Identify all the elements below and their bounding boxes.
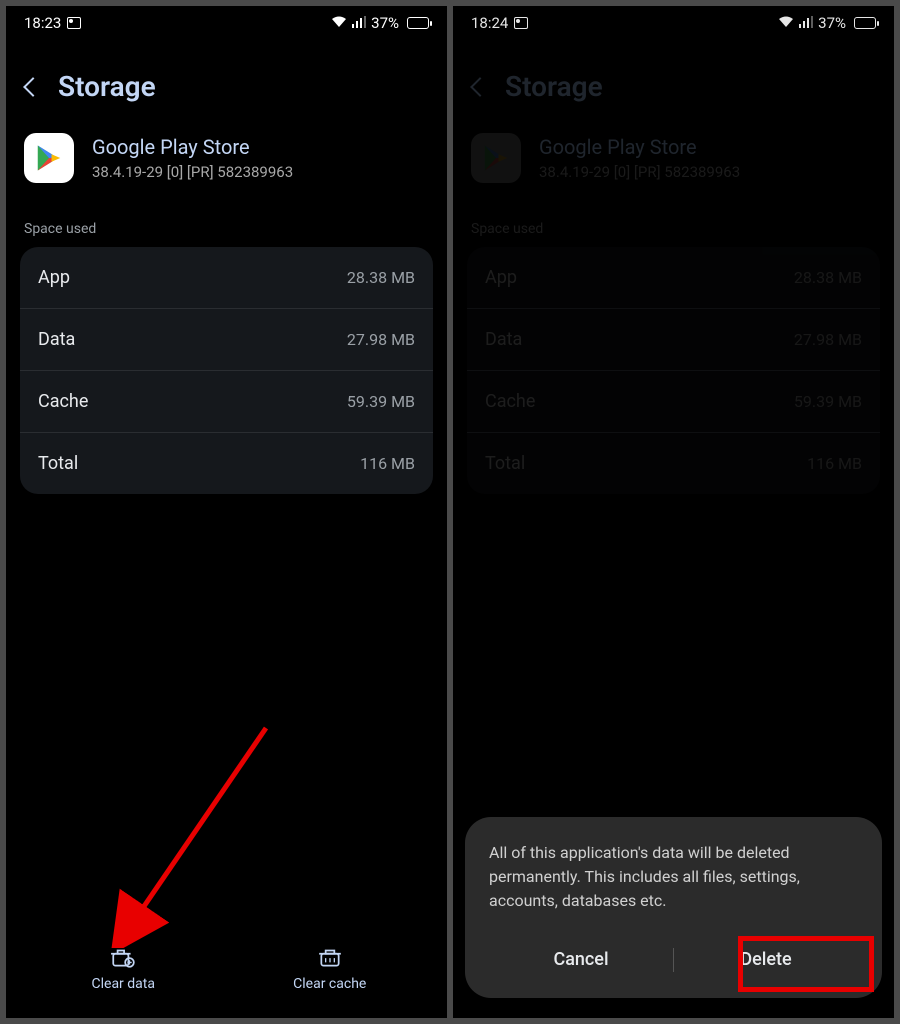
- clear-data-button[interactable]: Clear data: [20, 946, 227, 992]
- storage-row-total: Total 116 MB: [20, 433, 433, 494]
- row-value: 28.38 MB: [347, 268, 415, 287]
- clock: 18:24: [471, 14, 508, 32]
- row-label: Cache: [38, 391, 88, 412]
- section-label: Space used: [20, 211, 433, 247]
- app-version: 38.4.19-29 [0] [PR] 582389963: [539, 163, 740, 181]
- row-label: Total: [485, 453, 525, 474]
- row-value: 116 MB: [807, 454, 862, 473]
- storage-row-cache: Cache 59.39 MB: [20, 371, 433, 433]
- row-value: 59.39 MB: [794, 392, 862, 411]
- battery-icon: [854, 17, 876, 29]
- dialog-message: All of this application's data will be d…: [489, 841, 858, 913]
- storage-row-data: Data 27.98 MB: [20, 309, 433, 371]
- status-indicators: 37%: [331, 14, 429, 32]
- phone-right: 18:24 37% Storage: [453, 6, 894, 1018]
- action-label: Clear cache: [293, 976, 366, 992]
- app-icon: [471, 133, 521, 183]
- row-label: Cache: [485, 391, 535, 412]
- dialog-delete-button[interactable]: Delete: [674, 939, 858, 980]
- row-label: App: [485, 267, 517, 288]
- status-bar: 18:23 37%: [6, 6, 447, 38]
- status-bar: 18:24 37%: [453, 6, 894, 38]
- row-value: 116 MB: [360, 454, 415, 473]
- screenshot-icon: [514, 17, 528, 29]
- page-header: Storage: [20, 38, 433, 127]
- app-info-row: Google Play Store 38.4.19-29 [0] [PR] 58…: [20, 127, 433, 211]
- wifi-icon: [778, 14, 794, 32]
- action-label: Clear data: [92, 976, 155, 992]
- battery-percent: 37%: [818, 14, 846, 32]
- storage-list: App 28.38 MB Data 27.98 MB Cache 59.39 M…: [467, 247, 880, 494]
- app-info-row: Google Play Store 38.4.19-29 [0] [PR] 58…: [467, 127, 880, 211]
- row-label: Data: [38, 329, 75, 350]
- storage-row-total: Total 116 MB: [467, 433, 880, 494]
- row-value: 27.98 MB: [794, 330, 862, 349]
- confirm-dialog: All of this application's data will be d…: [465, 817, 882, 998]
- storage-list: App 28.38 MB Data 27.98 MB Cache 59.39 M…: [20, 247, 433, 494]
- page-title: Storage: [505, 70, 603, 103]
- app-name: Google Play Store: [539, 135, 740, 159]
- storage-row-app: App 28.38 MB: [20, 247, 433, 309]
- clock: 18:23: [24, 14, 61, 32]
- row-value: 59.39 MB: [347, 392, 415, 411]
- row-value: 27.98 MB: [347, 330, 415, 349]
- app-version: 38.4.19-29 [0] [PR] 582389963: [92, 163, 293, 181]
- page-title: Storage: [58, 70, 156, 103]
- bottom-actions: Clear data Clear cache: [20, 946, 433, 1018]
- page-header: Storage: [467, 38, 880, 127]
- row-label: App: [38, 267, 70, 288]
- battery-icon: [407, 17, 429, 29]
- app-name: Google Play Store: [92, 135, 293, 159]
- row-label: Total: [38, 453, 78, 474]
- storage-row-cache: Cache 59.39 MB: [467, 371, 880, 433]
- clear-cache-icon: [317, 946, 343, 968]
- clear-data-icon: [110, 946, 136, 968]
- section-label: Space used: [467, 211, 880, 247]
- storage-row-app: App 28.38 MB: [467, 247, 880, 309]
- wifi-icon: [331, 14, 347, 32]
- status-indicators: 37%: [778, 14, 876, 32]
- clear-cache-button[interactable]: Clear cache: [227, 946, 434, 992]
- row-value: 28.38 MB: [794, 268, 862, 287]
- back-icon[interactable]: [470, 77, 490, 97]
- dialog-cancel-button[interactable]: Cancel: [489, 939, 673, 980]
- battery-percent: 37%: [371, 14, 399, 32]
- phone-left: 18:23 37% Storage: [6, 6, 447, 1018]
- signal-icon: [799, 14, 813, 32]
- back-icon[interactable]: [23, 77, 43, 97]
- row-label: Data: [485, 329, 522, 350]
- screenshot-icon: [67, 17, 81, 29]
- app-icon: [24, 133, 74, 183]
- google-play-icon: [34, 143, 64, 173]
- google-play-icon: [481, 143, 511, 173]
- signal-icon: [352, 14, 366, 32]
- storage-row-data: Data 27.98 MB: [467, 309, 880, 371]
